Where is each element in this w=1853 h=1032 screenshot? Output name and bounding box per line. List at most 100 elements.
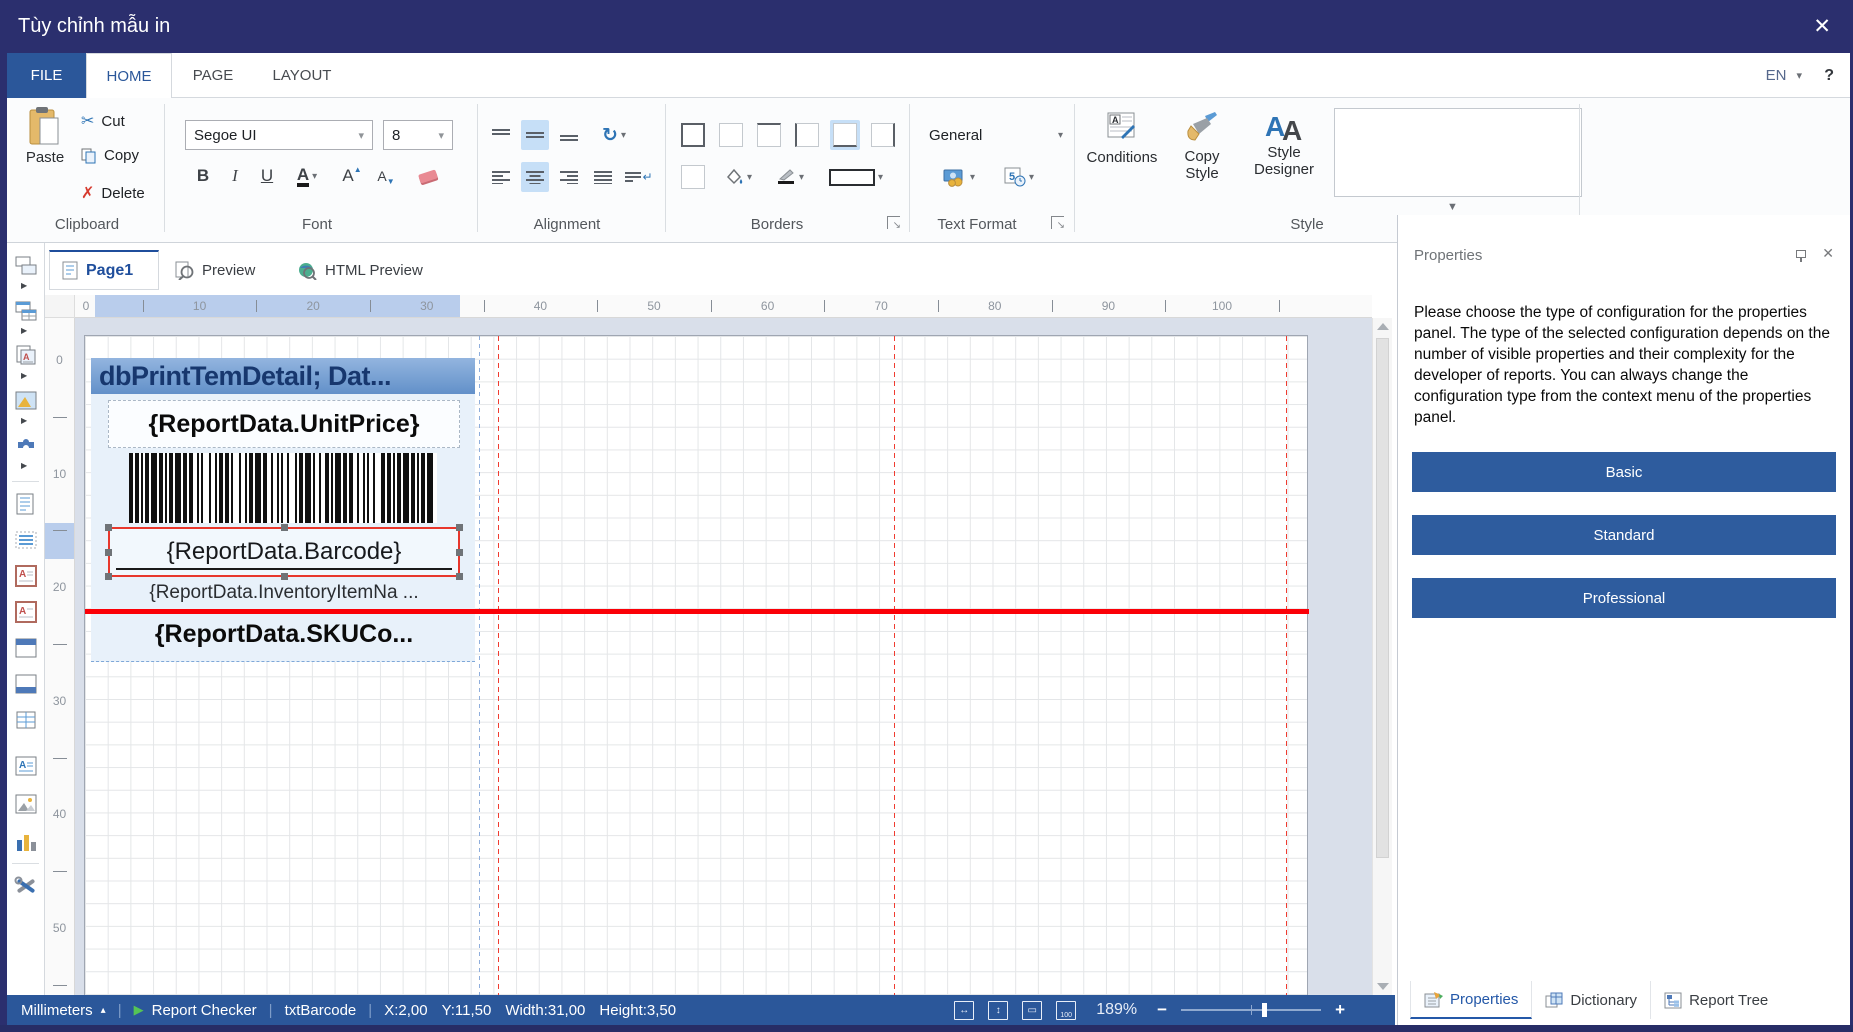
paste-button[interactable]: Paste bbox=[21, 106, 69, 165]
text-format-select[interactable]: General ▾ bbox=[923, 120, 1069, 150]
resize-handle[interactable] bbox=[105, 524, 112, 531]
report-page[interactable]: dbPrintTemDetail; Dat... {ReportData.Uni… bbox=[84, 335, 1309, 995]
fit-whole-page-button[interactable]: ▭ bbox=[1022, 1000, 1043, 1020]
left-border-button[interactable] bbox=[792, 120, 822, 150]
sku-code-textbox[interactable]: {ReportData.SKUCo... bbox=[108, 617, 460, 651]
rich-text-tool[interactable]: A bbox=[13, 563, 39, 589]
tab-file[interactable]: FILE bbox=[7, 53, 86, 98]
close-icon[interactable]: ✕ bbox=[1813, 14, 1831, 39]
conditions-button[interactable]: A Conditions bbox=[1084, 110, 1160, 165]
font-color-button[interactable]: A ▾ bbox=[286, 162, 328, 190]
delete-button[interactable]: ✗ Delete bbox=[81, 183, 145, 203]
text-a-tool[interactable]: A bbox=[13, 753, 39, 779]
barcode-component[interactable] bbox=[129, 453, 437, 523]
inventory-name-textbox[interactable]: {ReportData.InventoryItemNa ... bbox=[108, 579, 460, 607]
help-button[interactable]: ? bbox=[1824, 53, 1834, 98]
copy-button[interactable]: Copy bbox=[81, 147, 139, 164]
right-border-button[interactable] bbox=[868, 120, 898, 150]
fit-page-width-button[interactable]: ↔ bbox=[954, 1000, 975, 1020]
fit-page-height-button[interactable]: ↕ bbox=[988, 1000, 1009, 1020]
scrollbar-thumb[interactable] bbox=[1376, 338, 1389, 858]
tab-properties[interactable]: Properties bbox=[1410, 981, 1533, 1019]
border-color-button[interactable]: ▾ bbox=[768, 162, 812, 192]
tools-button[interactable] bbox=[13, 873, 39, 899]
tab-page[interactable]: PAGE bbox=[172, 53, 254, 98]
resize-handle[interactable] bbox=[456, 524, 463, 531]
style-designer-button[interactable]: A A Style Designer bbox=[1244, 110, 1324, 179]
currency-format-button[interactable]: ▾ bbox=[935, 162, 983, 192]
text-tool[interactable] bbox=[13, 491, 39, 517]
zoom-slider-thumb[interactable] bbox=[1262, 1003, 1268, 1017]
underline-button[interactable]: U bbox=[254, 162, 280, 190]
table-tool[interactable] bbox=[13, 707, 39, 733]
tab-dictionary[interactable]: Dictionary bbox=[1532, 981, 1652, 1019]
italic-button[interactable]: I bbox=[222, 162, 248, 190]
align-top-button[interactable] bbox=[487, 120, 515, 150]
bands-dropdown-arrow[interactable]: ▶ bbox=[21, 281, 27, 290]
style-gallery-dropdown[interactable]: ▼ bbox=[1447, 201, 1458, 213]
top-border-button[interactable] bbox=[754, 120, 784, 150]
standard-config-button[interactable]: Standard bbox=[1412, 515, 1836, 555]
basic-config-button[interactable]: Basic bbox=[1412, 452, 1836, 492]
number-format-button[interactable]: 5 ▾ bbox=[995, 162, 1043, 192]
components-dropdown-arrow[interactable]: ▶ bbox=[21, 461, 27, 470]
font-size-select[interactable]: 8 ▾ bbox=[383, 120, 453, 150]
tab-report-tree[interactable]: Report Tree bbox=[1651, 981, 1781, 1019]
vertical-scrollbar[interactable] bbox=[1372, 318, 1392, 995]
align-left-button[interactable] bbox=[487, 162, 515, 192]
cut-button[interactable]: ✂ Cut bbox=[81, 111, 125, 131]
border-style-button[interactable]: ▾ bbox=[820, 162, 892, 192]
tab-page1[interactable]: Page1 bbox=[49, 250, 159, 290]
borders-dialog-launcher[interactable]: ↘ bbox=[887, 216, 901, 231]
fill-color-button[interactable]: ▾ bbox=[716, 162, 760, 192]
zoom-in-button[interactable]: + bbox=[1335, 1000, 1345, 1020]
bold-button[interactable]: B bbox=[190, 162, 216, 190]
rich-text-2-tool[interactable]: A bbox=[13, 599, 39, 625]
align-bottom-button[interactable] bbox=[555, 120, 583, 150]
all-borders-button[interactable] bbox=[678, 120, 708, 150]
zoom-out-button[interactable]: − bbox=[1157, 1000, 1167, 1020]
style-gallery[interactable] bbox=[1334, 108, 1582, 197]
outside-border-button[interactable] bbox=[678, 162, 708, 192]
copy-style-button[interactable]: Copy Style bbox=[1170, 110, 1234, 183]
text-rotation-button[interactable]: ↻ ▾ bbox=[591, 120, 637, 150]
infographics-dropdown-arrow[interactable]: ▶ bbox=[21, 371, 27, 380]
clear-format-button[interactable] bbox=[411, 162, 445, 190]
tables-tool[interactable] bbox=[13, 298, 39, 324]
resize-handle[interactable] bbox=[281, 524, 288, 531]
panel-footer-tool[interactable] bbox=[13, 671, 39, 697]
data-band-header[interactable]: dbPrintTemDetail; Dat... bbox=[91, 358, 475, 394]
report-checker-button[interactable]: ▶ Report Checker bbox=[134, 1002, 257, 1019]
chart-tool[interactable] bbox=[13, 829, 39, 855]
tab-html-preview[interactable]: HTML Preview bbox=[285, 250, 455, 290]
txtBarcode-selected-textbox[interactable]: {ReportData.Barcode} bbox=[105, 524, 463, 580]
infographics-tool[interactable]: A bbox=[13, 343, 39, 369]
align-right-button[interactable] bbox=[555, 162, 583, 192]
zoom-slider[interactable] bbox=[1181, 1003, 1322, 1017]
shrink-font-button[interactable]: A ▼ bbox=[371, 162, 401, 190]
tab-home[interactable]: HOME bbox=[86, 53, 172, 98]
tab-layout[interactable]: LAYOUT bbox=[254, 53, 350, 98]
components-tool[interactable] bbox=[13, 433, 39, 459]
close-icon[interactable]: ✕ bbox=[1822, 245, 1834, 262]
resize-handle[interactable] bbox=[105, 549, 112, 556]
align-justify-button[interactable] bbox=[589, 162, 617, 192]
language-selector[interactable]: EN ▾ bbox=[1766, 53, 1802, 98]
text-format-dialog-launcher[interactable]: ↘ bbox=[1051, 216, 1065, 231]
pin-icon[interactable] bbox=[1796, 249, 1806, 262]
bands-tool[interactable] bbox=[13, 253, 39, 279]
zoom-100-button[interactable]: 100 bbox=[1056, 1000, 1077, 1020]
align-middle-button[interactable] bbox=[521, 120, 549, 150]
font-family-select[interactable]: Segoe UI ▾ bbox=[185, 120, 373, 150]
scroll-up-arrow[interactable] bbox=[1377, 323, 1389, 330]
unit-price-textbox[interactable]: {ReportData.UnitPrice} bbox=[108, 400, 460, 448]
horizontal-line-shape[interactable] bbox=[85, 609, 1309, 614]
resize-handle[interactable] bbox=[456, 549, 463, 556]
text-block-tool[interactable] bbox=[13, 527, 39, 553]
tables-dropdown-arrow[interactable]: ▶ bbox=[21, 326, 27, 335]
panel-header-tool[interactable] bbox=[13, 635, 39, 661]
scroll-down-arrow[interactable] bbox=[1377, 983, 1389, 990]
bottom-border-button[interactable] bbox=[830, 120, 860, 150]
align-center-button[interactable] bbox=[521, 162, 549, 192]
image-tool[interactable] bbox=[13, 791, 39, 817]
